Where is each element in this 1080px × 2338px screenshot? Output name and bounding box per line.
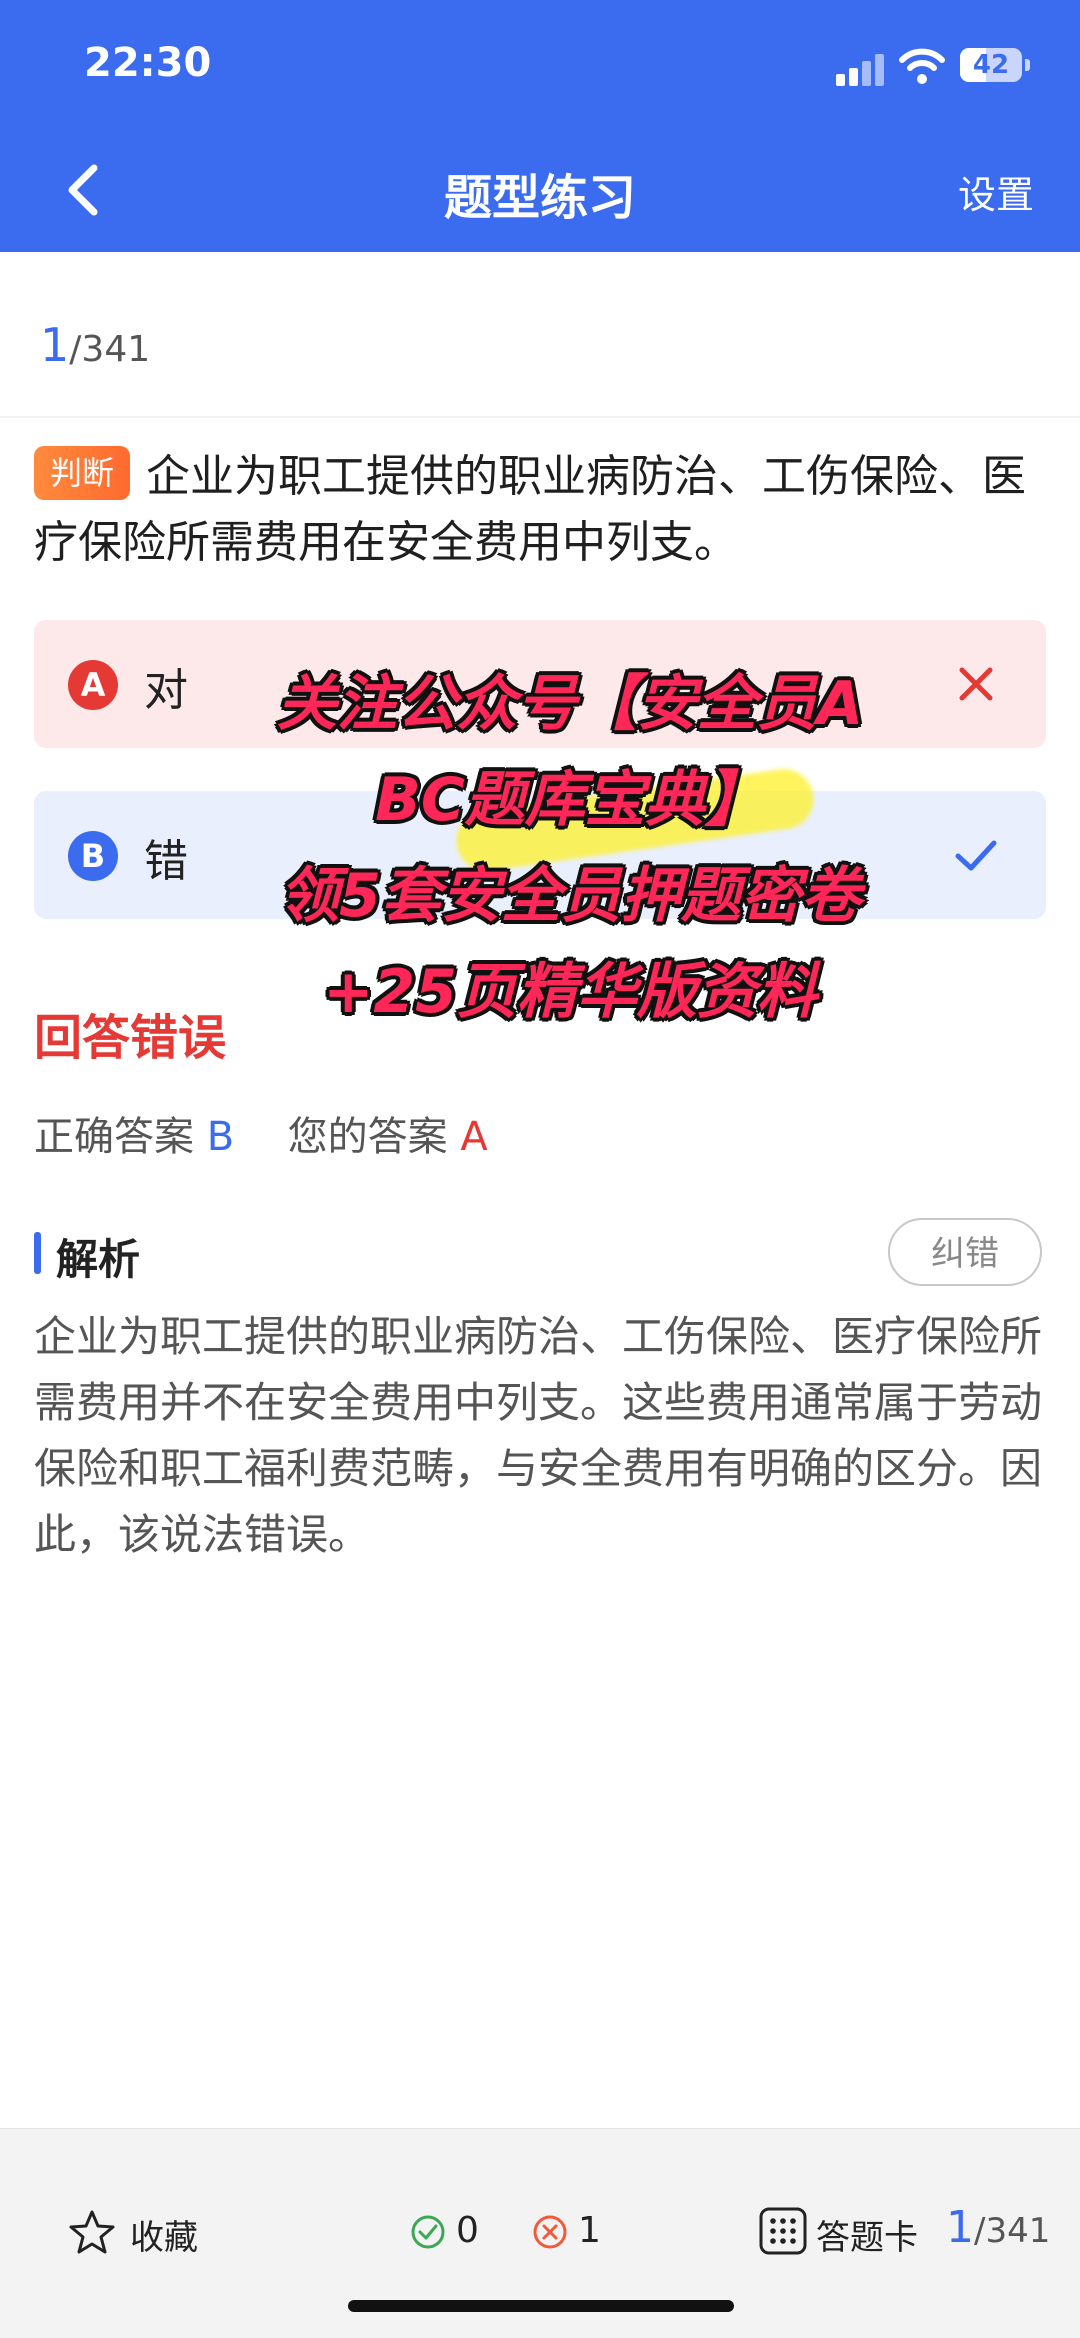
battery-icon: 42 <box>960 48 1022 82</box>
cross-icon <box>959 667 993 701</box>
option-b-label: 错 <box>144 836 188 887</box>
star-icon <box>69 2210 115 2254</box>
analysis-accent-bar <box>34 1232 41 1274</box>
wifi-icon <box>899 48 945 84</box>
bottom-progress-total: /341 <box>974 2211 1051 2251</box>
header: 22:30 42 题型练习 设置 <box>0 0 1080 252</box>
question-progress: 1/341 <box>40 318 150 372</box>
answer-card-label: 答题卡 <box>816 2218 918 2258</box>
question-type-badge: 判断 <box>34 446 131 500</box>
battery-tip <box>1025 59 1030 71</box>
bottom-progress-current: 1 <box>946 2202 974 2253</box>
correct-count-value: 0 <box>456 2210 479 2251</box>
promo-line-1: 关注公众号【安全员A <box>276 669 864 739</box>
check-circle-icon <box>411 2215 445 2249</box>
correct-answer-label: 正确答案 <box>34 1114 194 1160</box>
home-indicator[interactable] <box>348 2300 734 2312</box>
checkmark-icon <box>955 840 997 871</box>
your-answer-value: A <box>460 1114 488 1160</box>
promo-line-3: 领5套安全员押题密卷 <box>279 861 861 931</box>
question-text: 企业为职工提供的职业病防治、工伤保险、医疗保险所需费用在安全费用中列支。 <box>34 451 1027 568</box>
settings-button[interactable]: 设置 <box>958 164 1034 219</box>
result-title: 回答错误 <box>34 1010 227 1066</box>
page-title: 题型练习 <box>443 170 636 226</box>
your-answer-label: 您的答案 <box>287 1114 448 1160</box>
option-a-letter: A <box>68 660 118 710</box>
wrong-count-value: 1 <box>578 2210 601 2251</box>
progress-total: /341 <box>69 329 151 370</box>
status-time: 22:30 <box>84 40 212 86</box>
grid-icon <box>759 2207 807 2255</box>
bottom-progress: 1/341 <box>946 2202 1050 2253</box>
battery-level: 42 <box>972 50 1010 80</box>
answer-summary: 正确答案 B 您的答案 A <box>34 1104 488 1162</box>
option-a-label: 对 <box>144 665 188 716</box>
correct-answer-value: B <box>206 1114 235 1160</box>
promo-line-4: +25页精华版资料 <box>323 957 817 1027</box>
promo-overlay: 关注公众号【安全员A BC题库宝典】 领5套安全员押题密卷 +25页精华版资料 <box>200 656 940 1040</box>
x-circle-icon <box>533 2215 567 2249</box>
analysis-text: 企业为职工提供的职业病防治、工伤保险、医疗保险所需费用并不在安全费用中列支。这些… <box>34 1312 1043 1559</box>
question-text-block: 判断 企业为职工提供的职业病防治、工伤保险、医疗保险所需费用在安全费用中列支。 <box>34 444 1044 576</box>
cellular-signal-icon <box>836 52 886 86</box>
report-error-button[interactable]: 纠错 <box>888 1218 1042 1286</box>
divider <box>0 416 1080 418</box>
option-b-letter: B <box>68 831 118 881</box>
progress-current: 1 <box>40 318 70 372</box>
promo-line-2: BC题库宝典】 <box>375 765 765 835</box>
analysis-title: 解析 <box>56 1235 141 1284</box>
favorite-label: 收藏 <box>130 2218 198 2258</box>
